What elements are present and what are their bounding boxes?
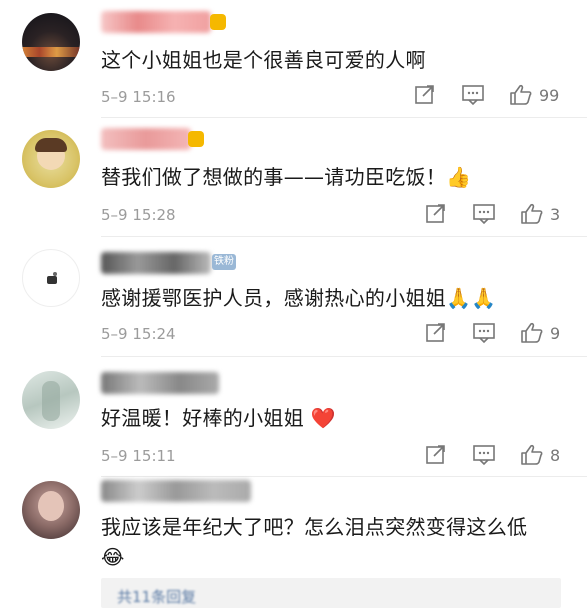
fan-badge: 铁粉 [212,254,236,270]
comment-time: 5–9 15:24 [101,325,176,343]
like-button[interactable]: 3 [520,203,560,225]
comment-text: 替我们做了想做的事——请功臣吃饭！👍 [101,161,471,190]
comment-text: 我应该是年纪大了吧？怎么泪点突然变得这么低 😂 [101,512,571,572]
divider [101,356,587,357]
comment-body: 好温暖！好棒的小姐姐 [101,406,304,430]
like-button[interactable]: 99 [509,84,559,106]
laughing-emoji: 😂 [101,545,125,569]
share-button[interactable] [425,203,447,225]
thumbs-up-emoji: 👍 [446,165,472,189]
share-icon [426,323,445,342]
avatar[interactable] [22,371,80,429]
avatar[interactable] [22,249,80,307]
comment-body: 感谢援鄂医护人员，感谢热心的小姐姐 [101,286,447,310]
view-replies-button[interactable]: 共11条回复 [101,578,561,608]
like-count: 9 [550,323,561,343]
share-icon [426,445,445,464]
like-count: 99 [539,85,560,105]
comment-button[interactable] [472,203,496,225]
like-icon [521,322,543,343]
like-button[interactable]: 8 [520,444,560,466]
replies-link-text: 共11条回复 [117,588,197,606]
share-button[interactable] [414,84,436,106]
comment-icon [473,204,495,225]
avatar[interactable] [22,130,80,188]
like-count: 8 [550,445,561,465]
heart-emoji: ❤️ [310,406,336,430]
comment-time: 5–9 15:16 [101,88,176,106]
comment-button[interactable] [472,444,496,466]
avatar[interactable] [22,481,80,539]
vip-badge [210,14,226,30]
username-blurred[interactable] [101,252,211,274]
username-blurred[interactable] [101,11,211,33]
comment-icon [473,323,495,344]
comment-icon [473,445,495,466]
like-icon [510,84,532,105]
share-button[interactable] [425,322,447,344]
comment-time: 5–9 15:28 [101,206,176,224]
comment-text: 感谢援鄂医护人员，感谢热心的小姐姐🙏🙏 [101,282,497,311]
divider [101,117,587,118]
like-count: 3 [550,204,561,224]
share-icon [415,85,434,104]
vip-badge [188,131,204,147]
divider [101,236,587,237]
like-icon [521,203,543,224]
comment-icon [462,85,484,106]
comment-time: 5–9 15:11 [101,447,176,465]
comment-text: 这个小姐姐也是个很善良可爱的人啊 [101,44,426,73]
pray-emoji: 🙏🙏 [446,286,497,310]
username-blurred[interactable] [101,480,251,502]
like-button[interactable]: 9 [520,322,560,344]
comment-button[interactable] [461,84,485,106]
comment-button[interactable] [472,322,496,344]
avatar[interactable] [22,13,80,71]
comment-text: 好温暖！好棒的小姐姐 ❤️ [101,402,336,431]
username-blurred[interactable] [101,372,219,394]
like-icon [521,444,543,465]
comment-body: 替我们做了想做的事——请功臣吃饭！ [101,165,447,189]
share-icon [426,204,445,223]
divider [101,476,587,477]
comment-body: 我应该是年纪大了吧？怎么泪点突然变得这么低 [101,515,528,539]
share-button[interactable] [425,444,447,466]
comment-body: 这个小姐姐也是个很善良可爱的人啊 [101,48,426,72]
username-blurred[interactable] [101,128,191,150]
